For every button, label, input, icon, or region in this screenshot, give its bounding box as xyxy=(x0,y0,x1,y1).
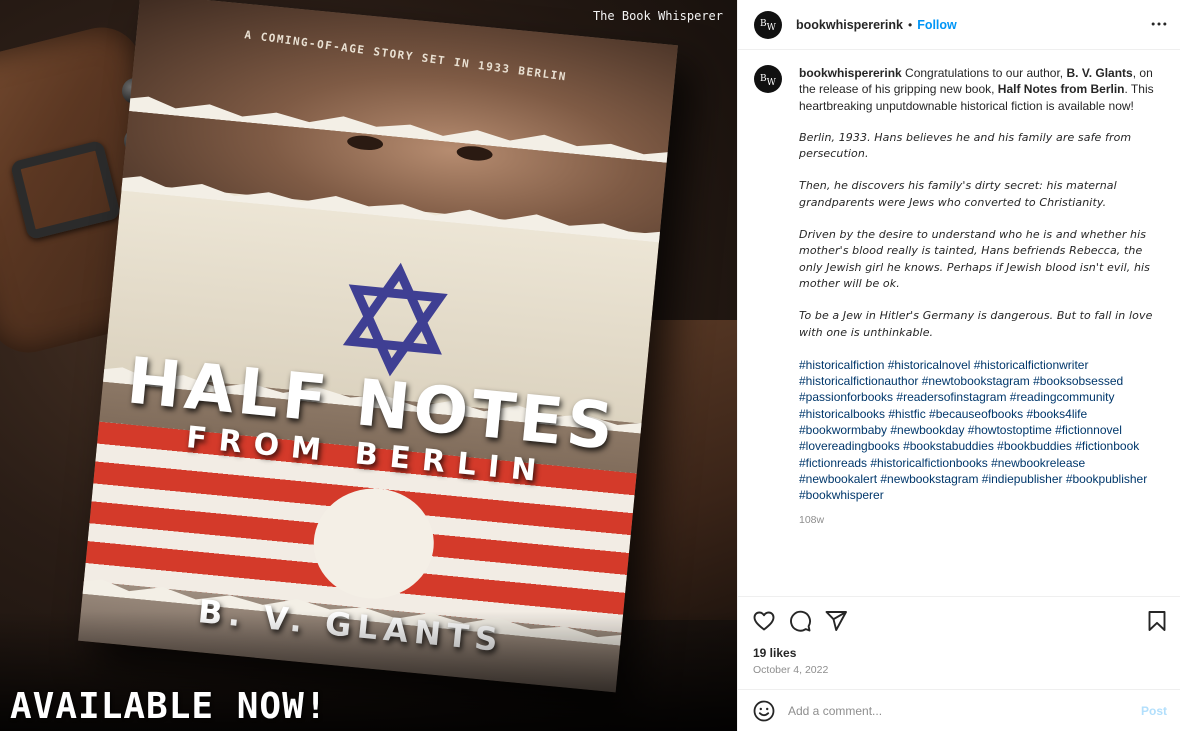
heart-icon[interactable] xyxy=(752,609,776,633)
caption-book-title: Half Notes from Berlin xyxy=(997,82,1125,97)
avatar-letter: B xyxy=(760,73,767,84)
more-horizontal-icon[interactable] xyxy=(1149,14,1169,34)
caption-area[interactable]: BW bookwhispererink Congratulations to o… xyxy=(738,51,1180,596)
avatar-letter: B xyxy=(760,19,767,29)
post-date[interactable]: October 4, 2022 xyxy=(753,664,828,676)
caption-paragraph: Then, he discovers his family's dirty se… xyxy=(799,179,1117,209)
caption-author: B. V. Glants xyxy=(1066,66,1133,80)
avatar[interactable]: BW xyxy=(754,10,782,39)
cover-eye xyxy=(456,144,494,163)
post-image[interactable]: A COMING-OF-AGE STORY SET IN 1933 BERLIN… xyxy=(0,0,737,731)
caption-intro-part: Congratulations to our author, xyxy=(901,66,1067,80)
caption-text: bookwhispererink Congratulations to our … xyxy=(799,65,1159,528)
post-header: BW bookwhispererink • Follow xyxy=(738,0,1180,50)
available-now-text: AVAILABLE NOW! xyxy=(10,686,328,727)
post-comment-button[interactable]: Post xyxy=(1141,704,1167,718)
caption-paragraph: Driven by the desire to understand who h… xyxy=(799,228,1151,290)
caption-username[interactable]: bookwhispererink xyxy=(799,66,902,80)
image-watermark: The Book Whisperer xyxy=(592,9,723,23)
comment-bar: Post xyxy=(738,689,1180,731)
avatar-letter: W xyxy=(766,23,776,33)
follow-button[interactable]: Follow xyxy=(917,18,957,32)
share-icon[interactable] xyxy=(824,609,848,633)
avatar[interactable]: BW xyxy=(754,65,782,93)
caption-row: BW bookwhispererink Congratulations to o… xyxy=(754,65,1165,528)
separator-dot: • xyxy=(907,17,913,32)
book-cover: A COMING-OF-AGE STORY SET IN 1933 BERLIN… xyxy=(78,0,678,693)
comment-input[interactable] xyxy=(788,703,1133,718)
caption-paragraph: To be a Jew in Hitler's Germany is dange… xyxy=(799,309,1153,339)
post-age: 108w xyxy=(799,513,825,526)
bookmark-icon[interactable] xyxy=(1145,609,1169,633)
likes-count[interactable]: 19 likes xyxy=(753,646,796,660)
action-bar xyxy=(738,596,1180,644)
emoji-icon[interactable] xyxy=(752,699,776,723)
comment-icon[interactable] xyxy=(788,609,812,633)
caption-paragraph: Berlin, 1933. Hans believes he and his f… xyxy=(799,130,1132,161)
header-username[interactable]: bookwhispererink xyxy=(796,18,903,32)
avatar-letter: W xyxy=(766,77,776,88)
hashtag-list[interactable]: #historicalfiction #historicalnovel #his… xyxy=(799,357,1159,504)
caption-intro: bookwhispererink Congratulations to our … xyxy=(799,65,1159,114)
post-panel: BW bookwhispererink • Follow BW bookwhis… xyxy=(737,0,1180,731)
cover-eye xyxy=(346,134,384,152)
